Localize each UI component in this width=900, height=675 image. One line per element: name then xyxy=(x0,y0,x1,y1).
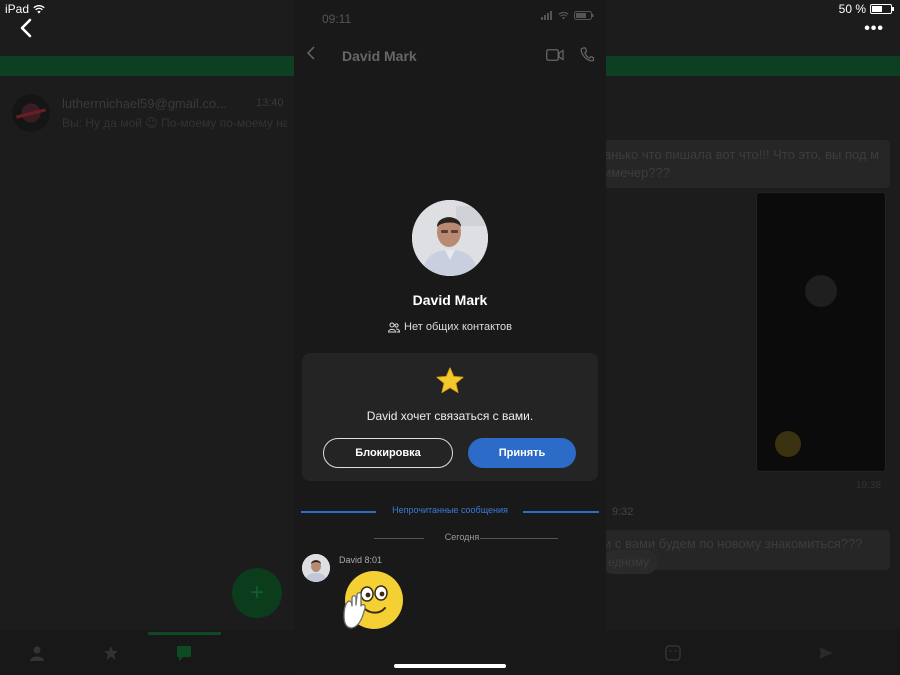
block-button[interactable]: Блокировка xyxy=(323,438,453,468)
back-arrow-icon xyxy=(306,46,318,65)
phone-status-bar: 09:11 xyxy=(294,0,606,36)
background-image-attachment xyxy=(756,192,886,472)
mutual-contacts-info: Нет общих контактов xyxy=(294,321,606,333)
status-right: 50 % xyxy=(838,2,894,16)
chat-header: David Mark xyxy=(294,40,606,74)
star-icon xyxy=(104,646,118,660)
send-icon xyxy=(819,647,833,659)
divider-line xyxy=(523,511,599,513)
contact-request-card: David хочет связаться с вами. Блокировка… xyxy=(302,353,598,481)
date-divider: Сегодня xyxy=(374,532,558,544)
unread-messages-label: Непрочитанные сообщения xyxy=(392,505,508,515)
more-options-icon[interactable]: ••• xyxy=(864,20,884,38)
battery-percent: 50 % xyxy=(838,2,866,16)
background-chat-time: 13:40 xyxy=(256,97,284,109)
sticker-icon xyxy=(665,645,681,661)
unread-messages-divider: Непрочитанные сообщения xyxy=(301,505,599,519)
chat-icon xyxy=(177,646,191,661)
mutual-contacts-text: Нет общих контактов xyxy=(404,321,512,333)
background-chat-avatar xyxy=(12,94,50,132)
background-message: анько что пишала вот что!!! Что это, вы … xyxy=(596,140,890,188)
contacts-icon xyxy=(388,322,401,332)
profile-name: David Mark xyxy=(412,292,488,308)
background-active-tab-indicator xyxy=(148,632,221,635)
background-chat-preview: Вы: Ну да мой 😉 По-моему по-моему начина… xyxy=(62,116,287,130)
phone-call-icon xyxy=(580,47,594,62)
photo-content: 09:11 David Mark David Mark Нет общих ко… xyxy=(294,0,606,675)
background-chat-email: lutherrnichael59@gmail.co... xyxy=(62,96,227,111)
accept-button[interactable]: Принять xyxy=(468,438,576,468)
request-message: David хочет связаться с вами. xyxy=(366,409,534,423)
background-message-time: 19:38 xyxy=(856,480,882,491)
signal-icon xyxy=(541,11,552,20)
date-label: Сегодня xyxy=(444,532,480,542)
wifi-icon xyxy=(558,11,569,20)
phone-status-time: 09:11 xyxy=(322,12,352,26)
battery-icon xyxy=(870,4,894,14)
battery-icon xyxy=(574,11,594,20)
new-chat-fab: + xyxy=(232,568,282,618)
chat-contact-name: David Mark xyxy=(342,48,417,64)
home-indicator[interactable] xyxy=(394,664,506,668)
person-icon xyxy=(30,646,44,661)
waving-emoji-icon xyxy=(343,571,403,629)
divider-line xyxy=(480,538,558,539)
phone-status-icons xyxy=(541,11,594,20)
background-attachment-avatar xyxy=(805,275,837,307)
message-meta: David 8:01 xyxy=(339,555,383,565)
star-icon xyxy=(436,367,464,393)
background-reply-chip: едному xyxy=(602,550,658,574)
message-sender-avatar xyxy=(302,554,330,582)
profile-avatar xyxy=(412,200,488,276)
background-attachment-emoji xyxy=(775,431,801,457)
background-chat-item: lutherrnichael59@gmail.co... 13:40 Вы: Н… xyxy=(12,92,292,136)
background-message-time: 9:32 xyxy=(612,506,634,518)
video-call-icon xyxy=(546,49,564,61)
